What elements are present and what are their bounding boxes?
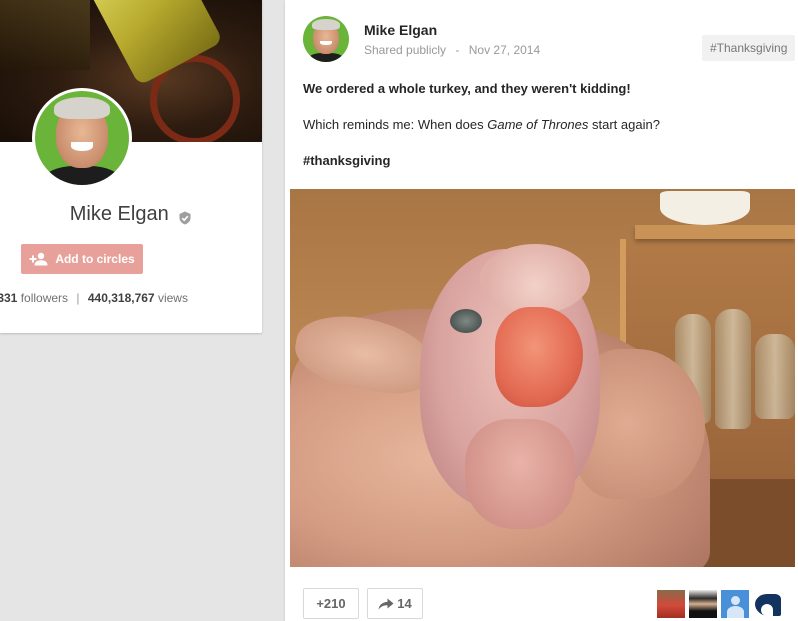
post-card: Mike Elgan Shared publicly - Nov 27, 201… bbox=[285, 0, 798, 621]
author-name[interactable]: Mike Elgan bbox=[364, 22, 437, 38]
plusser-avatar[interactable] bbox=[753, 590, 781, 618]
share-icon bbox=[378, 598, 394, 610]
post-text-line1: We ordered a whole turkey, and they were… bbox=[303, 81, 631, 96]
post-date[interactable]: Nov 27, 2014 bbox=[469, 43, 540, 57]
plusser-avatar[interactable] bbox=[657, 590, 685, 618]
post-image[interactable] bbox=[290, 189, 795, 567]
views-count: 440,318,767 bbox=[87, 291, 155, 305]
add-to-circles-label: Add to circles bbox=[55, 252, 135, 266]
plus-one-button[interactable]: +210 bbox=[303, 588, 359, 619]
italic-title: Game of Thrones bbox=[487, 117, 589, 132]
share-button[interactable]: 14 bbox=[367, 588, 423, 619]
post-hashtag[interactable]: #thanksgiving bbox=[303, 153, 390, 168]
profile-card: Mike Elgan Add to circles ,331 followers… bbox=[0, 0, 262, 333]
profile-stats: ,331 followers | 440,318,767 views bbox=[0, 291, 188, 305]
visibility-label[interactable]: Shared publicly bbox=[364, 43, 446, 57]
verified-icon bbox=[178, 208, 192, 225]
followers-count: ,331 bbox=[0, 291, 18, 305]
views-label: views bbox=[157, 291, 188, 305]
plusser-avatar[interactable] bbox=[721, 590, 749, 618]
author-avatar[interactable] bbox=[303, 16, 349, 62]
profile-avatar[interactable] bbox=[32, 88, 132, 188]
share-count: 14 bbox=[397, 596, 412, 611]
hashtag-chip[interactable]: #Thanksgiving bbox=[702, 35, 796, 61]
profile-name: Mike Elgan bbox=[69, 203, 169, 226]
followers-label: followers bbox=[20, 291, 69, 305]
add-to-circles-button[interactable]: Add to circles bbox=[21, 244, 143, 274]
post-meta: Shared publicly - Nov 27, 2014 bbox=[364, 43, 541, 57]
profile-name-row: Mike Elgan bbox=[0, 203, 262, 226]
post-text-line2: Which reminds me: When does Game of Thro… bbox=[303, 117, 660, 132]
add-person-icon bbox=[29, 252, 49, 266]
plusser-avatar[interactable] bbox=[689, 590, 717, 618]
